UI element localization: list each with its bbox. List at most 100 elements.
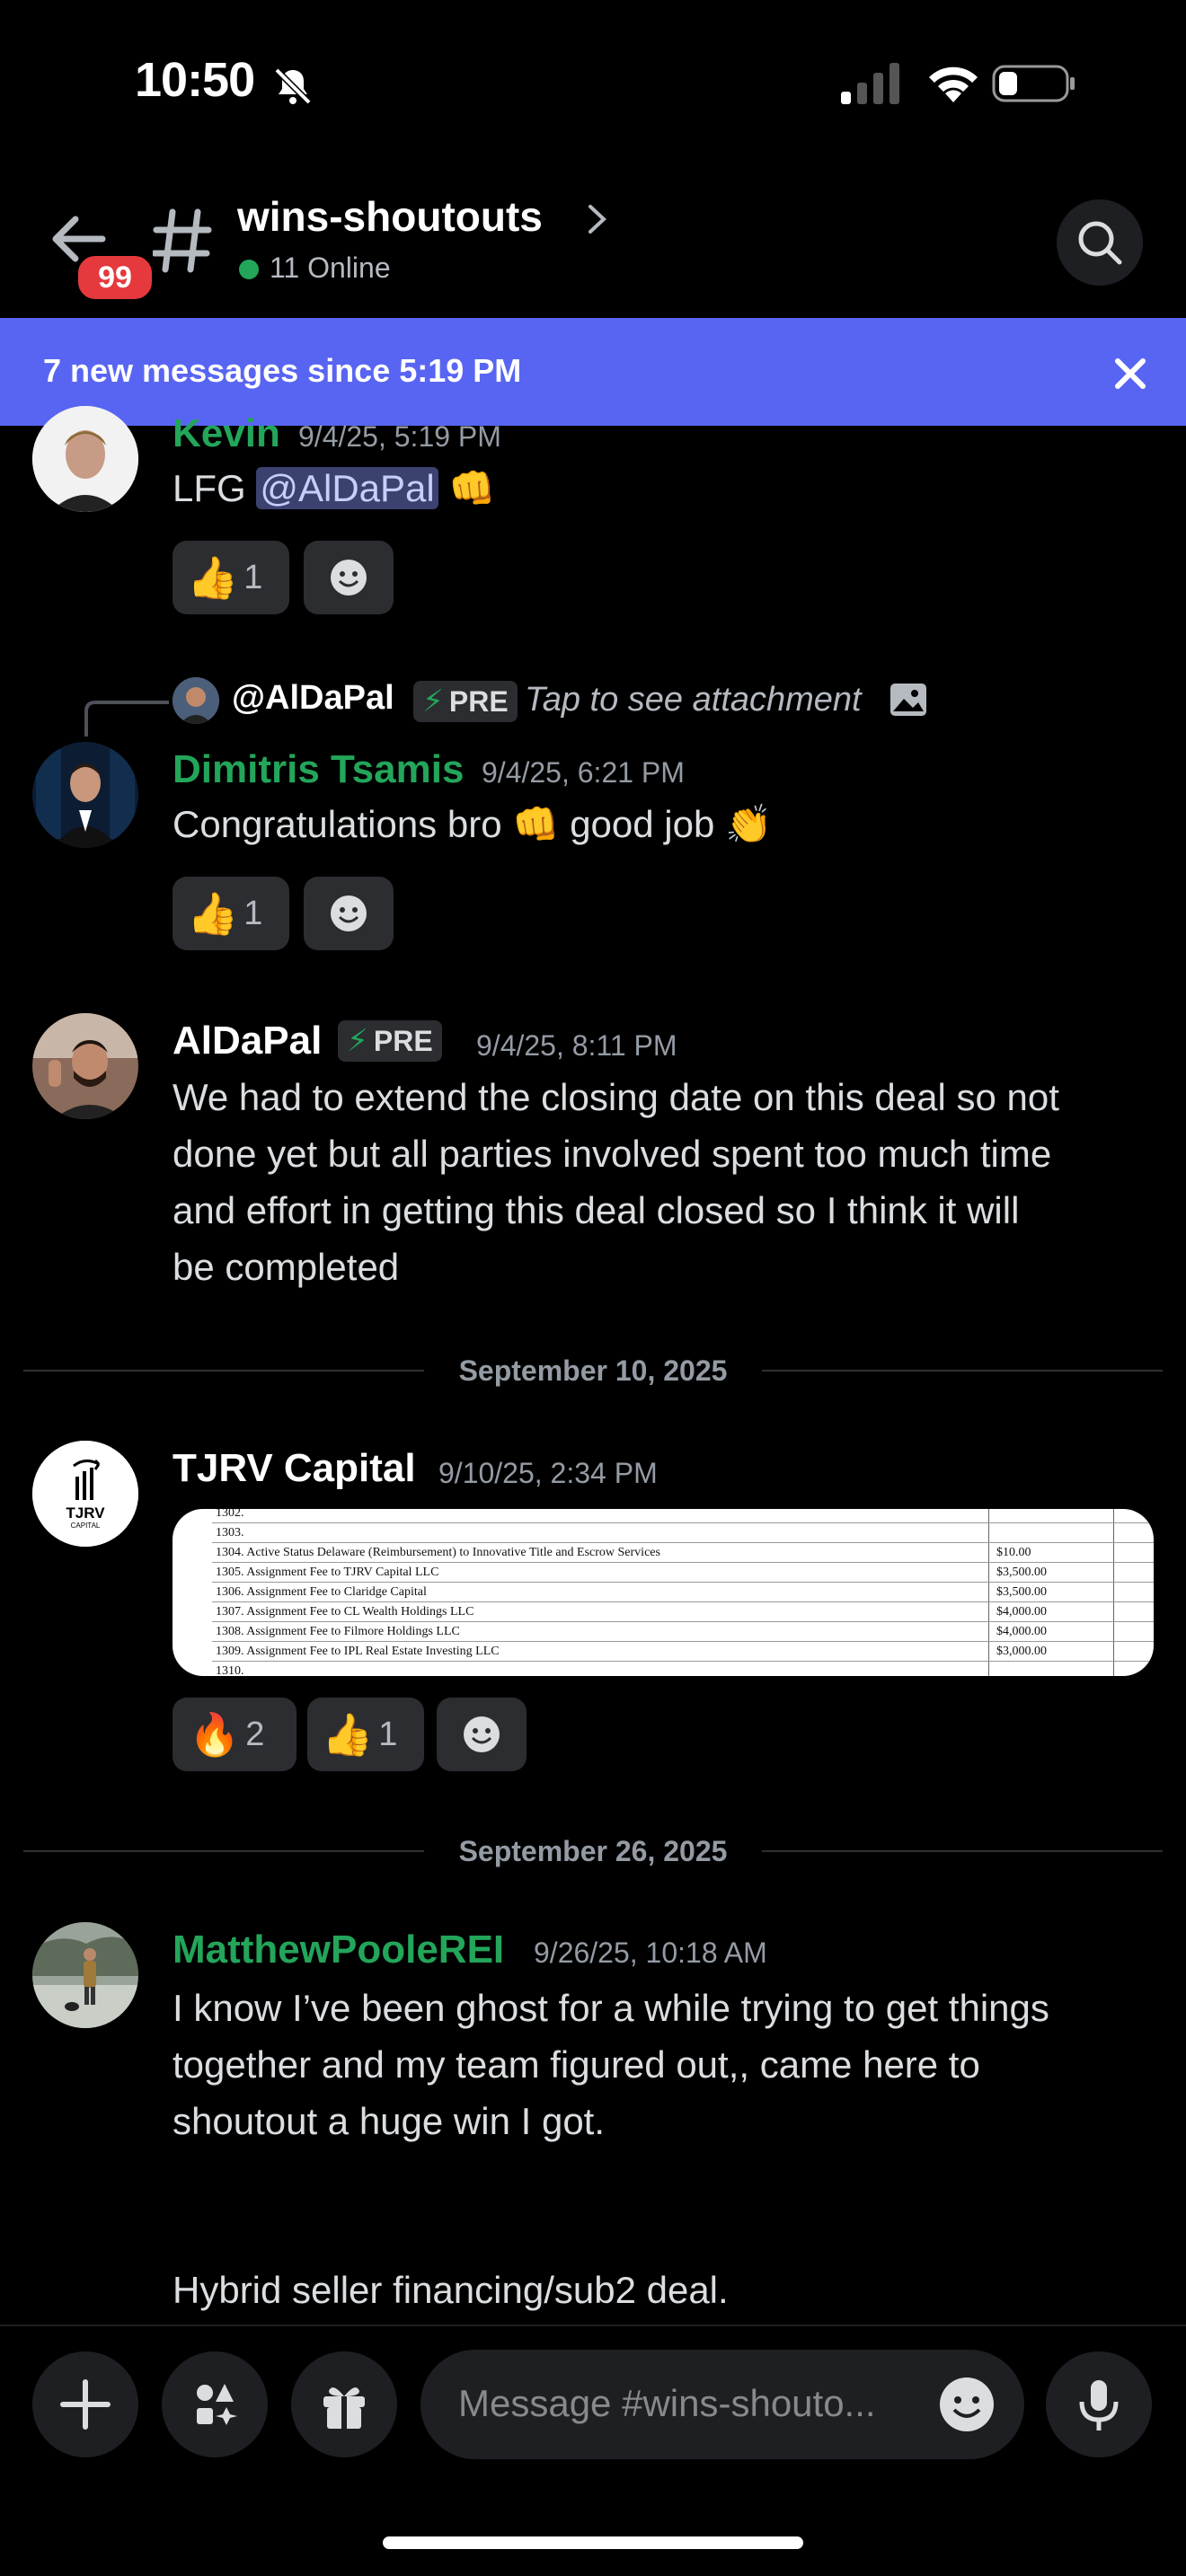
matthew-photo: [32, 1922, 138, 2028]
online-dot: [239, 260, 259, 279]
channel-name[interactable]: wins-shoutouts: [237, 192, 543, 241]
tjrv-logo-text: TJRV: [66, 1504, 105, 1522]
add-attachment-button[interactable]: [32, 2351, 138, 2457]
sheet-row: 1306. Assignment Fee to Claridge Capital…: [212, 1583, 1154, 1602]
add-reaction-button[interactable]: [304, 877, 394, 950]
avatar-matthew[interactable]: [32, 1922, 138, 2028]
reply-avatar: [173, 677, 219, 724]
reaction-count: 1: [378, 1715, 398, 1753]
date-divider-label: September 26, 2025: [458, 1835, 728, 1867]
add-reaction-button[interactable]: [304, 541, 394, 614]
message-text: Congratulations bro 👊 good job 👏: [173, 803, 773, 845]
message-body: LFG @AlDaPal 👊: [173, 460, 496, 516]
message-line: We had to extend the closing date on thi…: [173, 1076, 1059, 1118]
reply-avatar-photo: [173, 677, 219, 724]
reply-preview-text[interactable]: Tap to see attachment: [525, 681, 862, 719]
add-reaction-icon: [464, 1716, 500, 1752]
sheet-cell-description: 1303.: [212, 1523, 989, 1542]
emoji-icon[interactable]: [938, 2376, 996, 2433]
avatar-tjrv[interactable]: TJRV CAPITAL: [32, 1441, 138, 1547]
plus-icon: [60, 2379, 111, 2430]
date-divider-line: [23, 1370, 424, 1372]
reaction-emoji: 👍: [187, 553, 239, 601]
unread-badge: 99: [74, 251, 156, 304]
message-line: Hybrid seller financing/sub2 deal.: [173, 2269, 729, 2311]
sheet-cell-amount: $3,000.00: [989, 1642, 1114, 1661]
sheet-cell-description: 1304. Active Status Delaware (Reimbursem…: [212, 1543, 989, 1562]
search-icon: [1078, 221, 1122, 265]
sheet-cell-description: 1307. Assignment Fee to CL Wealth Holdin…: [212, 1602, 989, 1621]
message-timestamp: 9/10/25, 2:34 PM: [438, 1457, 658, 1489]
kevin-photo: [32, 406, 138, 512]
message-line: and effort in getting this deal closed s…: [173, 1189, 1020, 1231]
apps-icon: [197, 2384, 237, 2425]
message-line: together and my team figured out,, came …: [173, 2043, 980, 2086]
sheet-row: 1307. Assignment Fee to CL Wealth Holdin…: [212, 1602, 1154, 1622]
add-reaction-button[interactable]: [437, 1698, 527, 1771]
message-username[interactable]: TJRV Capital: [173, 1446, 416, 1491]
wifi-icon: [929, 66, 978, 102]
hash-icon: [153, 208, 212, 273]
status-time: 10:50: [135, 53, 255, 107]
message-timestamp: 9/4/25, 8:11 PM: [476, 1029, 677, 1062]
sheet-cell-amount: [989, 1662, 1114, 1676]
gift-icon: [323, 2387, 365, 2429]
bolt-icon: ⚡: [422, 684, 444, 719]
sheet-cell-amount: $4,000.00: [989, 1622, 1114, 1641]
sheet-cell-amount: $3,500.00: [989, 1583, 1114, 1601]
date-divider-label: September 10, 2025: [458, 1354, 728, 1387]
user-mention[interactable]: @AlDaPal: [256, 467, 438, 509]
sheet-cell-description: 1310.: [212, 1662, 989, 1676]
add-reaction-icon: [331, 560, 367, 595]
message-line: done yet but all parties involved spent …: [173, 1133, 1052, 1175]
reaction-emoji: 🔥: [189, 1710, 241, 1758]
search-button[interactable]: [1057, 199, 1143, 286]
sheet-cell-description: 1308. Assignment Fee to Filmore Holdings…: [212, 1622, 989, 1641]
reaction-emoji: 👍: [322, 1710, 374, 1758]
message-body: We had to extend the closing date on thi…: [173, 1069, 1059, 1295]
chevron-right-icon[interactable]: [586, 203, 609, 235]
sheet-row: 1310.: [212, 1662, 1154, 1676]
voice-message-button[interactable]: [1046, 2351, 1152, 2457]
apps-button[interactable]: [162, 2351, 268, 2457]
reaction-fire[interactable]: 🔥 2: [173, 1698, 296, 1771]
reaction-count: 2: [245, 1715, 265, 1753]
avatar-kevin[interactable]: [32, 406, 138, 512]
sheet-cell-amount: [989, 1509, 1114, 1522]
message-username[interactable]: AlDaPal: [173, 1019, 322, 1063]
image-attachment[interactable]: 1302. 1303. 1304. Active Status Delaware (…: [173, 1509, 1154, 1676]
bolt-icon: ⚡: [347, 1024, 368, 1058]
sheet-cell-description: 1302.: [212, 1509, 989, 1522]
message-timestamp: 9/4/25, 6:21 PM: [482, 756, 685, 789]
sheet-cell-amount: $4,000.00: [989, 1602, 1114, 1621]
pre-tag-text: PRE: [448, 684, 509, 718]
close-icon[interactable]: [1112, 356, 1148, 392]
sheet-cell-description: 1305. Assignment Fee to TJRV Capital LLC: [212, 1563, 989, 1582]
reply-connector: [84, 701, 169, 737]
sheet-cell-description: 1306. Assignment Fee to Claridge Capital: [212, 1583, 989, 1601]
avatar-dimitris[interactable]: [32, 742, 138, 848]
new-messages-text: 7 new messages since 5:19 PM: [43, 352, 522, 389]
pre-tag: ⚡ PRE: [338, 1020, 442, 1062]
message-username[interactable]: Kevin: [173, 411, 280, 456]
add-reaction-icon: [331, 895, 367, 931]
gift-button[interactable]: [291, 2351, 397, 2457]
sheet-row: 1303.: [212, 1523, 1154, 1543]
message-username[interactable]: MatthewPooleREI: [173, 1928, 504, 1972]
reaction-thumbs-up[interactable]: 👍 1: [173, 541, 289, 614]
message-line: be completed: [173, 1246, 400, 1288]
message-username[interactable]: Dimitris Tsamis: [173, 747, 464, 792]
pre-tag-text: PRE: [373, 1024, 433, 1057]
reaction-thumbs-up[interactable]: 👍 1: [307, 1698, 424, 1771]
avatar-aldapal[interactable]: [32, 1013, 138, 1119]
online-count: 11 Online: [270, 251, 391, 284]
reply-username[interactable]: @AlDaPal: [232, 679, 394, 718]
date-divider-line: [762, 1370, 1163, 1372]
message-body: I know I’ve been ghost for a while tryin…: [173, 1980, 1049, 2149]
message-text: LFG: [173, 467, 257, 509]
message-emoji: 👊: [448, 467, 496, 509]
reply-pre-tag: ⚡ PRE: [413, 681, 518, 722]
home-indicator[interactable]: [383, 2536, 803, 2549]
reaction-thumbs-up[interactable]: 👍 1: [173, 877, 289, 950]
message-line: shoutout a huge win I got.: [173, 2100, 606, 2142]
